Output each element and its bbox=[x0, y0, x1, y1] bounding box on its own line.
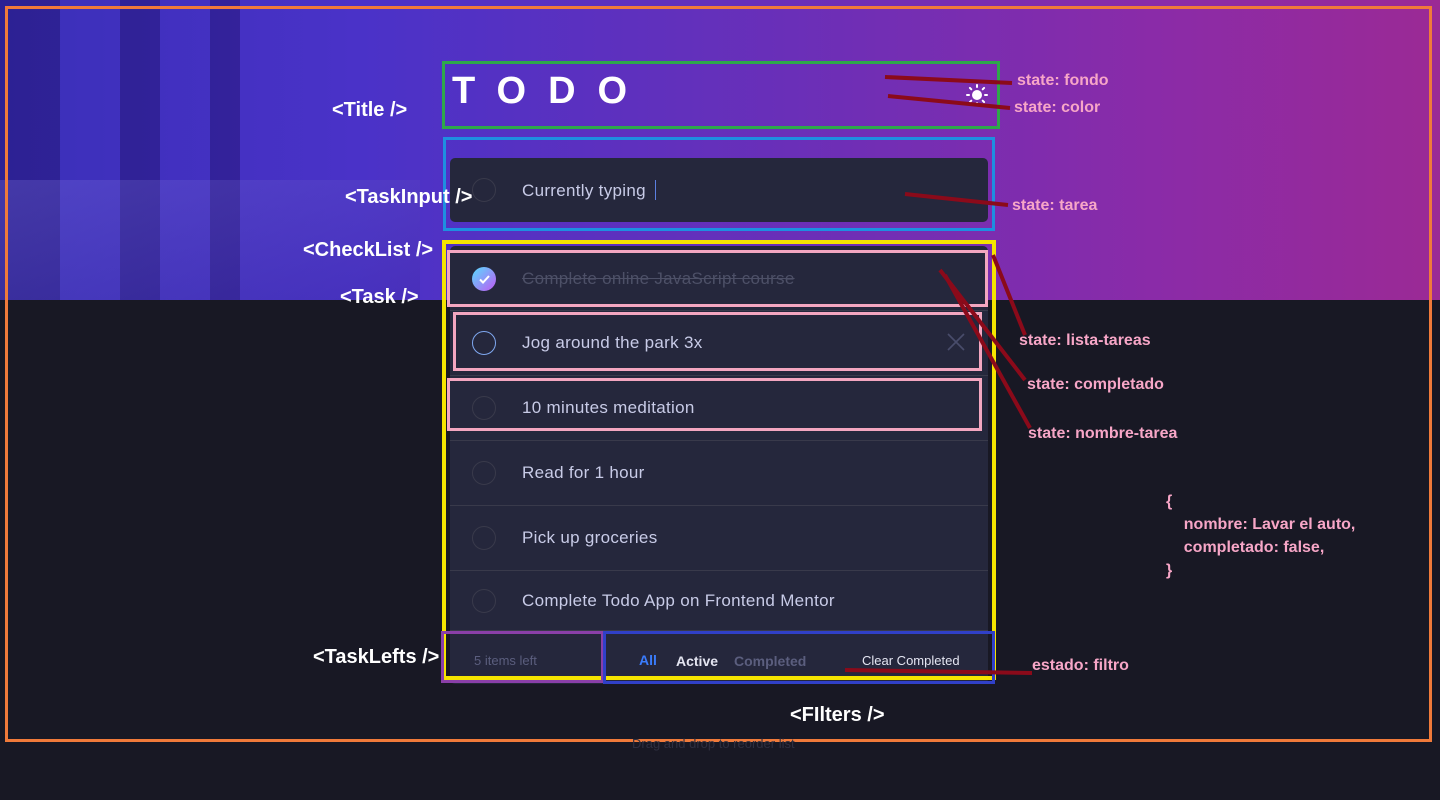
taskinput-component-box bbox=[443, 137, 995, 231]
state-fondo: state: fondo bbox=[1017, 72, 1109, 89]
label-task: <Task /> bbox=[340, 286, 419, 308]
state-filtro: estado: filtro bbox=[1032, 657, 1129, 674]
label-taskinput: <TaskInput /> bbox=[345, 186, 473, 208]
filters-component-box bbox=[603, 631, 995, 684]
task-component-box-3 bbox=[447, 378, 982, 431]
state-nombre-tarea: state: nombre-tarea bbox=[1028, 425, 1178, 442]
state-lista-tareas: state: lista-tareas bbox=[1019, 332, 1151, 349]
state-completado: state: completado bbox=[1027, 376, 1164, 393]
state-tarea: state: tarea bbox=[1012, 197, 1098, 214]
state-color: state: color bbox=[1014, 99, 1101, 116]
code-example: { nombre: Lavar el auto, completado: fal… bbox=[1166, 493, 1356, 579]
task-component-box bbox=[447, 250, 988, 307]
label-tasklefts: <TaskLefts /> bbox=[313, 646, 440, 668]
drag-hint: Drag and drop to reorder list bbox=[632, 736, 795, 751]
label-title: <Title /> bbox=[332, 99, 408, 121]
title-component-box bbox=[442, 61, 1000, 129]
task-component-box-2 bbox=[453, 312, 982, 371]
label-checklist: <CheckList /> bbox=[303, 239, 434, 261]
tasklefts-component-box bbox=[441, 631, 604, 683]
label-filters: <FIlters /> bbox=[790, 704, 885, 726]
